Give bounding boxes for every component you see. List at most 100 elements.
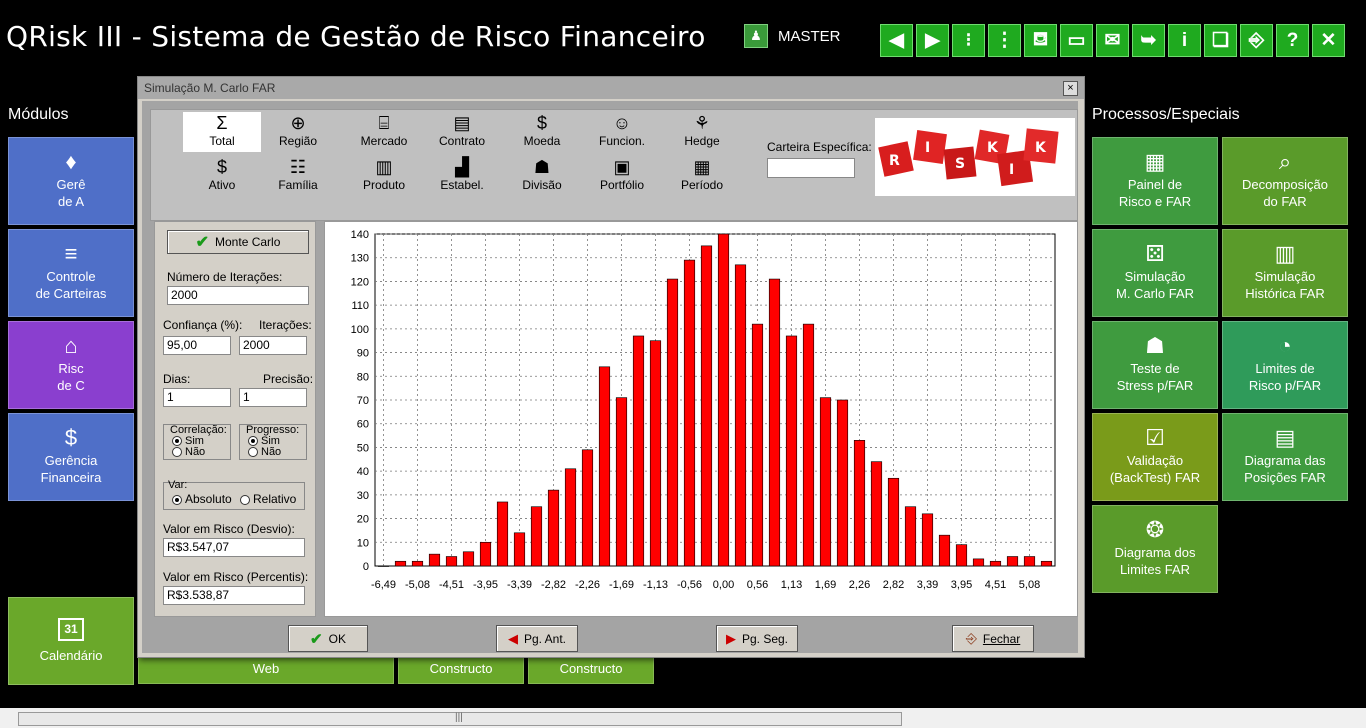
correlacao-nao-label: Não: [185, 446, 206, 458]
monitor-icon: ▭: [1067, 30, 1086, 51]
process-label-line2: do FAR: [1263, 193, 1307, 209]
risk-letter-6: K: [1035, 140, 1047, 156]
carteira-input[interactable]: [767, 158, 855, 178]
toolbar-button-7[interactable]: ✉: [1096, 24, 1129, 57]
dimension-label: Divisão: [522, 178, 562, 192]
histogram-bar: [411, 560, 424, 567]
toolbar-button-4[interactable]: ⋮: [988, 24, 1021, 57]
var-absoluto-radio[interactable]: Absoluto: [172, 492, 232, 506]
toolbar-button-9[interactable]: i: [1168, 24, 1201, 57]
y-tick-label: 100: [351, 324, 369, 336]
user-name: MASTER: [778, 27, 841, 45]
module-label-line1: Risc: [58, 360, 84, 376]
process-tile-simulacao-historica-far[interactable]: ▥ Simulação Histórica FAR: [1222, 229, 1348, 317]
histogram-bar: [649, 340, 662, 567]
radio-selected-icon: [172, 494, 182, 505]
histogram-bar: [785, 335, 798, 567]
dimension-total[interactable]: Σ Total: [183, 112, 261, 152]
histogram-bar: [581, 449, 594, 567]
y-tick-label: 40: [357, 466, 369, 478]
process-label-line2: Histórica FAR: [1245, 285, 1325, 301]
dimension-hedge[interactable]: ⚘ Hedge: [663, 112, 741, 152]
toolbar-button-11[interactable]: ⎆: [1240, 24, 1273, 57]
dimension-regi-o[interactable]: ⊕ Região: [259, 112, 337, 152]
dimension-label: Portfólio: [599, 178, 645, 192]
toolbar-button-6[interactable]: ▭: [1060, 24, 1093, 57]
check-icon: ✔: [310, 630, 323, 648]
module-tile-controle-carteiras[interactable]: ≡ Controle de Carteiras: [8, 229, 134, 317]
precisao-field[interactable]: 1: [239, 388, 307, 407]
traffic-light-vertical-icon: ⋮: [995, 30, 1014, 51]
toolbar-button-12[interactable]: ?: [1276, 24, 1309, 57]
horizontal-scrollbar-thumb[interactable]: |||: [18, 712, 902, 726]
process-tile-diagrama-posicoes-far[interactable]: ▤ Diagrama das Posições FAR: [1222, 413, 1348, 501]
dimension-moeda[interactable]: $ Moeda: [503, 112, 581, 152]
close-button[interactable]: ⎆ Fechar: [952, 625, 1034, 652]
module-tile-gerencia-ativos[interactable]: ♦ Gerê de A: [8, 137, 134, 225]
module-tile-risco[interactable]: ⌂ Risc de C: [8, 321, 134, 409]
dimension-icon: $: [536, 113, 547, 133]
progresso-nao-radio[interactable]: Não: [248, 446, 281, 458]
process-tile-teste-stress-far[interactable]: ☗ Teste de Stress p/FAR: [1092, 321, 1218, 409]
toolbar-button-8[interactable]: ➥: [1132, 24, 1165, 57]
arrow-right-icon: ▶: [725, 630, 736, 646]
y-tick-label: 80: [357, 371, 369, 383]
dialog-close-button[interactable]: ×: [1063, 81, 1078, 96]
dimension-contrato[interactable]: ▤ Contrato: [423, 112, 501, 152]
dimension-funcion-[interactable]: ☺ Funcion.: [583, 112, 661, 152]
dimension-per-odo[interactable]: ▦ Período: [663, 156, 741, 196]
monte-carlo-button[interactable]: ✔ Monte Carlo: [167, 230, 309, 254]
user-box[interactable]: ♟ MASTER: [744, 24, 841, 48]
dias-field[interactable]: 1: [163, 388, 231, 407]
process-label-line2: Stress p/FAR: [1116, 377, 1194, 393]
dimension-ativo[interactable]: $ Ativo: [183, 156, 261, 196]
dimension-label: Funcion.: [598, 134, 646, 148]
process-tile-simulacao-monte-carlo-far[interactable]: ⚄ Simulação M. Carlo FAR: [1092, 229, 1218, 317]
process-tile-decomposicao-far[interactable]: ⌕ Decomposição do FAR: [1222, 137, 1348, 225]
prev-page-button[interactable]: ◀ Pg. Ant.: [496, 625, 578, 652]
ok-button[interactable]: ✔ OK: [288, 625, 368, 652]
toolbar-button-10[interactable]: ❏: [1204, 24, 1237, 57]
module-tile-gerencia-financeira[interactable]: $ Gerência Financeira: [8, 413, 134, 501]
module-label-line1: Gerência: [44, 452, 98, 468]
dimension-estabel-[interactable]: ▟ Estabel.: [423, 156, 501, 196]
toolbar-button-3[interactable]: ⁝: [952, 24, 985, 57]
process-tile-limites-risco-far[interactable]: ◔ Limites de Risco p/FAR: [1222, 321, 1348, 409]
confianca-field[interactable]: 95,00: [163, 336, 231, 355]
histogram-bar: [768, 278, 781, 567]
y-tick-label: 0: [363, 561, 369, 573]
dimension-icon: ⌸: [378, 113, 390, 133]
var-relativo-label: Relativo: [253, 492, 297, 506]
dimension-fam-lia[interactable]: ☷ Família: [259, 156, 337, 196]
x-tick-label: 1,13: [781, 579, 802, 591]
prev-page-label: Pg. Ant.: [523, 631, 567, 646]
dimension-mercado[interactable]: ⌸ Mercado: [345, 112, 423, 152]
arrow-left-icon: ◀: [507, 630, 518, 646]
process-tile-painel-risco-far[interactable]: ▦ Painel de Risco e FAR: [1092, 137, 1218, 225]
histogram-bar: [479, 541, 492, 567]
toolbar-button-2[interactable]: ▶: [916, 24, 949, 57]
histogram-bar: [1006, 556, 1019, 567]
dimension-divis-o[interactable]: ☗ Divisão: [503, 156, 581, 196]
process-label-line1: Validação: [1126, 452, 1184, 468]
process-icon: ☑: [1145, 424, 1165, 450]
next-page-button[interactable]: ▶ Pg. Seg.: [716, 625, 798, 652]
module-icon: ≡: [64, 240, 78, 266]
dimension-portf-lio[interactable]: ▣ Portfólio: [583, 156, 661, 196]
process-tile-diagrama-limites-far[interactable]: ❂ Diagrama dos Limites FAR: [1092, 505, 1218, 593]
var-relativo-radio[interactable]: Relativo: [240, 492, 296, 506]
iteracoes-field[interactable]: 2000: [239, 336, 307, 355]
histogram-bar: [513, 532, 526, 567]
toolbar-button-5[interactable]: ⛾: [1024, 24, 1057, 57]
process-tile-validacao-backtest-far[interactable]: ☑ Validação (BackTest) FAR: [1092, 413, 1218, 501]
num-iteracoes-field[interactable]: 2000: [167, 286, 309, 305]
correlacao-nao-radio[interactable]: Não: [172, 446, 205, 458]
toolbar-button-13[interactable]: ✕: [1312, 24, 1345, 57]
monte-carlo-button-label: Monte Carlo: [215, 235, 281, 249]
y-tick-label: 110: [351, 300, 369, 312]
histogram-bar: [819, 397, 832, 567]
app-title: QRisk III - Sistema de Gestão de Risco F…: [6, 20, 706, 53]
dimension-produto[interactable]: ▥ Produto: [345, 156, 423, 196]
calendar-tile[interactable]: 31 Calendário: [8, 597, 134, 685]
toolbar-button-1[interactable]: ◀: [880, 24, 913, 57]
